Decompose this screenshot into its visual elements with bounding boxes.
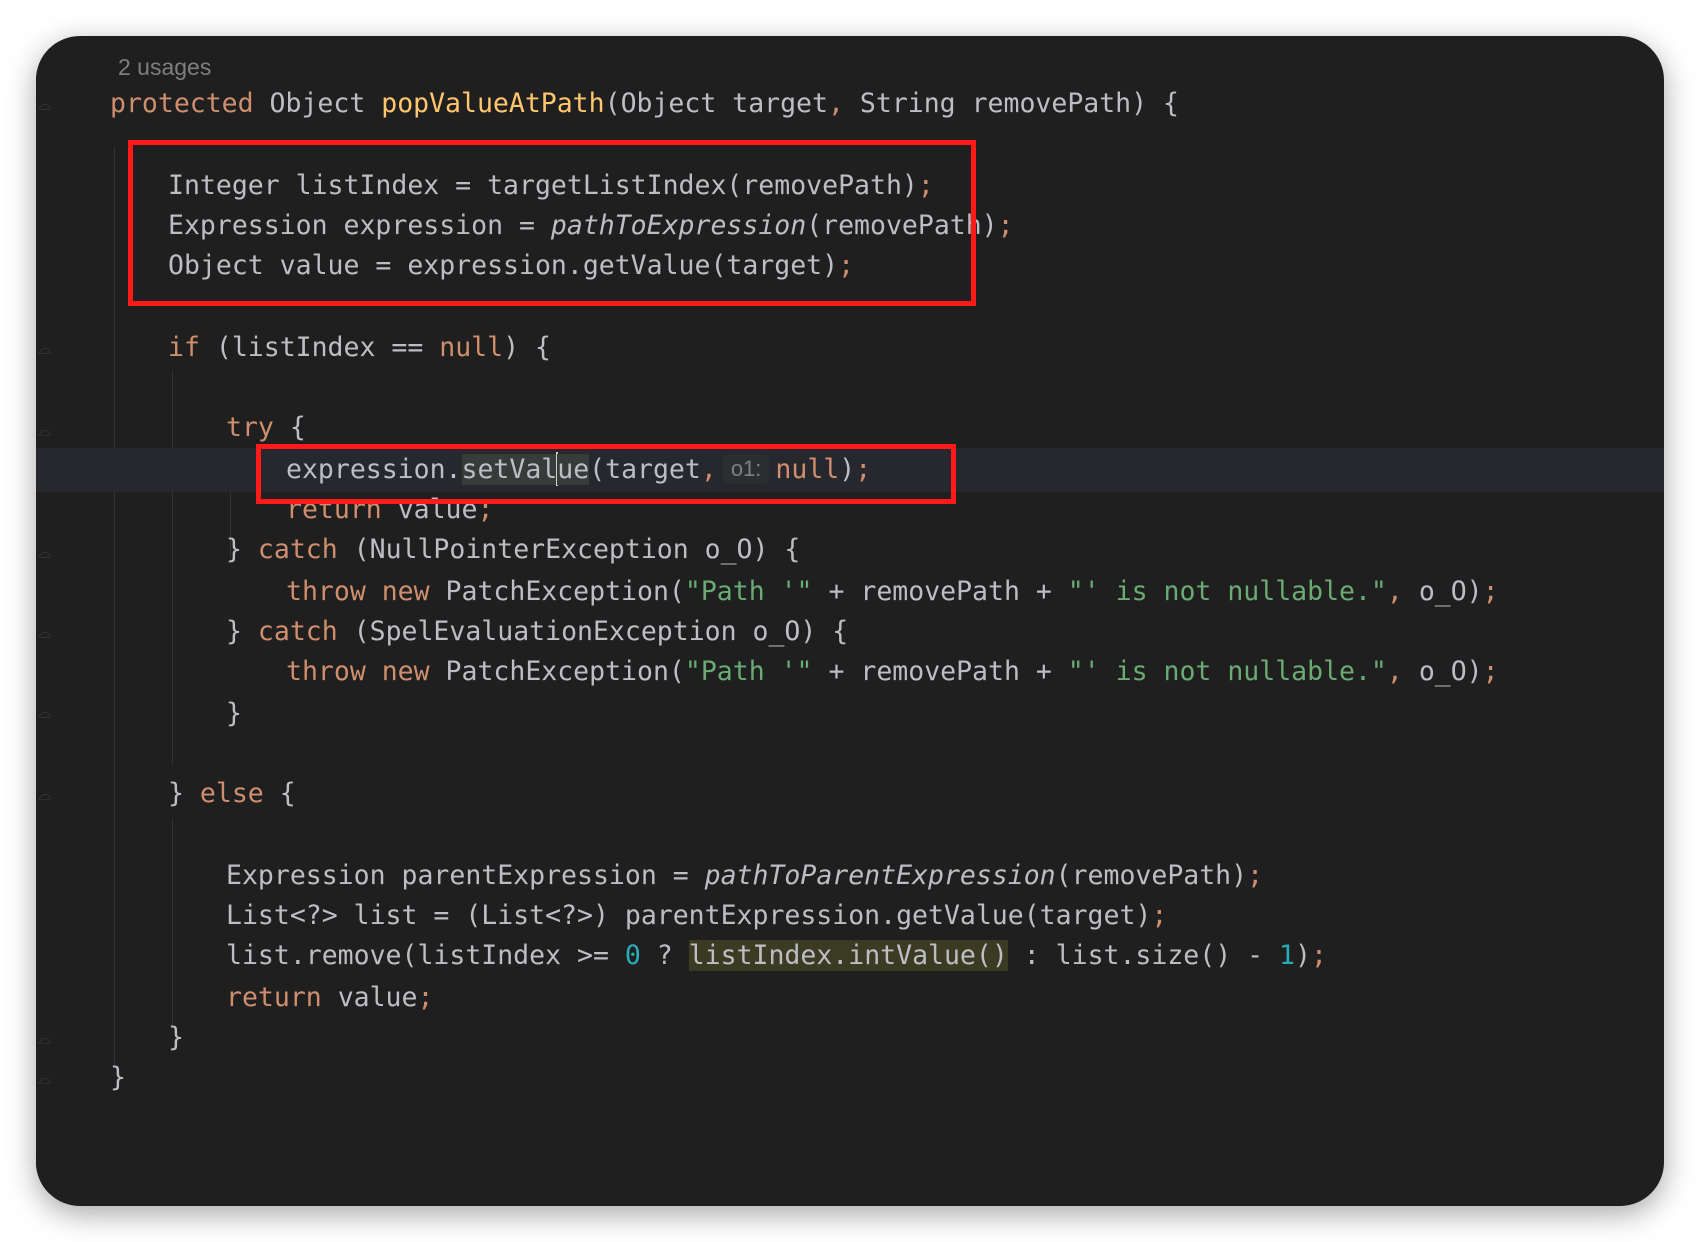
code-token: value (321, 982, 418, 1013)
code-token: ; (1482, 656, 1499, 687)
code-token: catch (257, 616, 338, 647)
code-token: (removePath) (1055, 860, 1248, 891)
code-token: throw new (286, 656, 430, 687)
code-token: "' is not nullable." (1067, 656, 1387, 687)
code-editor[interactable]: ⌓ ⌓ ⌓ ⌓ ⌓ ⌓ ⌓ ⌓ ⌓ 2 usages protected Obj… (36, 36, 1664, 1206)
code-token: ) (1295, 940, 1311, 971)
code-line-catch1[interactable]: } catch (NullPointerException o_O) { (226, 528, 800, 572)
code-line-close-try[interactable]: } (226, 692, 242, 736)
code-line-sig[interactable]: protected Object popValueAtPath(Object t… (110, 82, 1179, 126)
code-token: String removePath) { (843, 88, 1179, 119)
code-token: } (226, 534, 258, 565)
code-token: if (168, 332, 200, 363)
code-token: protected (110, 88, 270, 119)
code-token: o_O) (1402, 576, 1483, 607)
code-token: else (199, 778, 264, 809)
code-token: ; (1482, 576, 1499, 607)
code-token: 0 (624, 940, 641, 971)
code-token: ; (1247, 860, 1264, 891)
code-token: } (226, 616, 258, 647)
code-token: return (226, 982, 322, 1013)
code-token: , (1386, 656, 1403, 687)
code-token: PatchException( (429, 656, 685, 687)
code-token: Expression parentExpression = (226, 860, 705, 891)
code-line-close-else[interactable]: } (168, 1016, 184, 1060)
code-token: + removePath + (812, 656, 1068, 687)
code-token: ) { (503, 332, 551, 363)
code-token: , (1386, 576, 1403, 607)
code-token: (Object target (604, 88, 828, 119)
code-token: "Path '" (684, 656, 813, 687)
code-token: try (226, 412, 274, 443)
annotation-box-declarations (128, 140, 976, 306)
code-token: ; (1151, 900, 1168, 931)
code-token: { (263, 778, 296, 809)
code-line-remove[interactable]: list.remove(listIndex >= 0 ? listIndex.i… (226, 934, 1327, 978)
code-token: "Path '" (684, 576, 813, 607)
code-token: ? (640, 940, 689, 971)
code-token: catch (257, 534, 338, 565)
code-token: (SpelEvaluationException o_O) { (337, 616, 849, 647)
code-token: pathToParentExpression (704, 860, 1056, 891)
code-token: null (439, 332, 504, 363)
code-line-close-method[interactable]: } (110, 1056, 126, 1100)
code-token: o_O) (1402, 656, 1483, 687)
code-token: } (168, 778, 200, 809)
code-line-parent[interactable]: Expression parentExpression = pathToPare… (226, 854, 1263, 898)
code-token: popValueAtPath (381, 88, 605, 119)
code-token: : list.size() - (1007, 940, 1280, 971)
code-token: PatchException( (429, 576, 685, 607)
code-token: Object (269, 88, 382, 119)
code-token: } (168, 1022, 184, 1053)
code-token: (listIndex == (199, 332, 440, 363)
code-token: List<?> list = (List<?>) parentExpressio… (226, 900, 1152, 931)
code-line-throw2[interactable]: throw new PatchException("Path '" + remo… (286, 650, 1499, 694)
code-token: throw new (286, 576, 430, 607)
code-line-list[interactable]: List<?> list = (List<?>) parentExpressio… (226, 894, 1167, 938)
code-token: ; (1310, 940, 1327, 971)
code-line-return2[interactable]: return value; (226, 976, 433, 1020)
code-token: } (226, 698, 242, 729)
code-token: ; (417, 982, 434, 1013)
code-token: listIndex.intValue() (688, 940, 1008, 971)
code-line-catch2[interactable]: } catch (SpelEvaluationException o_O) { (226, 610, 848, 654)
code-token: } (110, 1062, 126, 1093)
annotation-box-setvalue (256, 444, 956, 504)
code-token: list.remove(listIndex >= (226, 940, 625, 971)
code-token: { (273, 412, 306, 443)
code-token: "' is not nullable." (1067, 576, 1387, 607)
code-line-if[interactable]: if (listIndex == null) { (168, 326, 551, 370)
code-line-else[interactable]: } else { (168, 772, 296, 816)
code-token: (NullPointerException o_O) { (337, 534, 801, 565)
code-line-throw1[interactable]: throw new PatchException("Path '" + remo… (286, 570, 1499, 614)
code-token: ; (997, 210, 1014, 241)
code-token: , (827, 88, 844, 119)
code-token: + removePath + (812, 576, 1068, 607)
code-token: 1 (1279, 940, 1295, 971)
